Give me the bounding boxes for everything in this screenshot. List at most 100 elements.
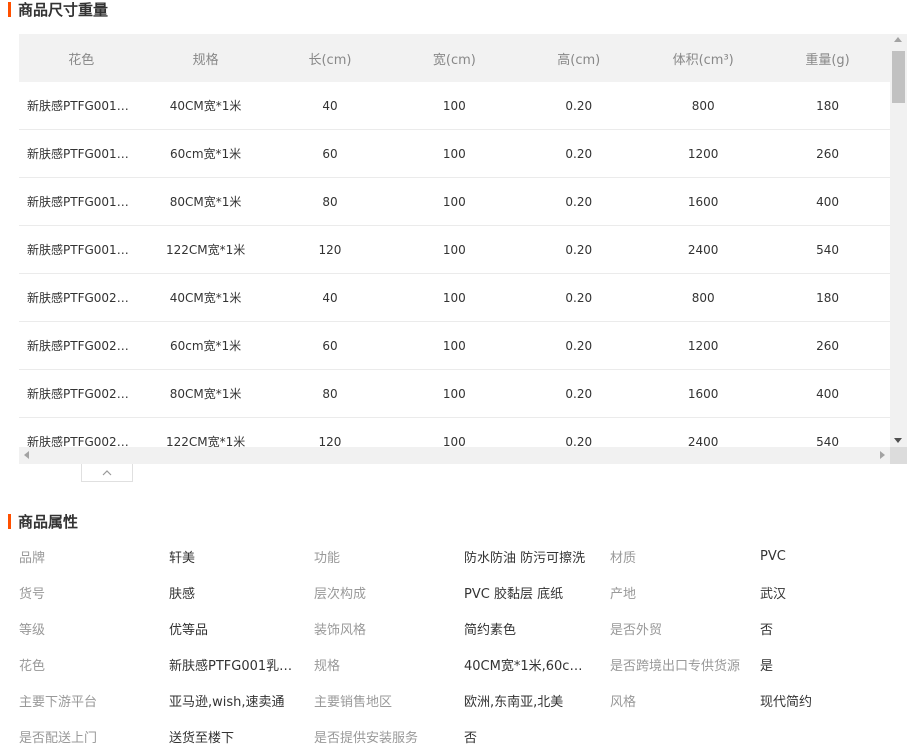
- attribute-value: 优等品: [169, 622, 209, 638]
- attributes-grid: 品牌 轩美 功能 防水防油 防污可擦洗 材质 PVC 货号 肤感 层次构成 PVC 胶黏层 底纸 产…: [19, 538, 911, 752]
- table-body: 新肤感PTFG001乳… 40CM宽*1米 40 100 0.20 800 180 新肤感PT…: [19, 82, 890, 447]
- attribute-value: 武汉: [760, 586, 787, 602]
- vertical-scrollbar[interactable]: [890, 34, 907, 447]
- section-accent-bar: [8, 513, 11, 529]
- attribute-row: 货号 肤感 层次构成 PVC 胶黏层 底纸 产地 武汉: [19, 574, 911, 610]
- table-cell: 100: [442, 146, 466, 161]
- attribute-row: 主要下游平台 亚马逊,wish,速卖通 主要销售地区 欧洲,东南亚,北美 风格 现代简约: [19, 682, 911, 718]
- attribute-label: 层次构成: [314, 586, 367, 602]
- attribute-label: 货号: [19, 586, 46, 602]
- column-header: 宽(cm): [432, 52, 476, 68]
- table-cell: 60cm宽*1米: [169, 147, 242, 161]
- table-cell: 0.20: [565, 434, 593, 448]
- table-row: 新肤感PTFG002哑… 80CM宽*1米 80 100 0.20 1600 400: [19, 370, 890, 418]
- attribute-value: 简约素色: [464, 622, 517, 638]
- attribute-label: 是否外贸: [610, 622, 663, 638]
- attr-section-title: 商品属性: [8, 512, 79, 531]
- table-cell: 80: [322, 194, 338, 209]
- attribute-row: 品牌 轩美 功能 防水防油 防污可擦洗 材质 PVC: [19, 538, 911, 574]
- section-accent-bar: [8, 1, 11, 17]
- scroll-right-icon[interactable]: [880, 451, 885, 459]
- attribute-value: 40CM宽*1米,60cm宽…: [464, 658, 589, 674]
- attribute-value: 亚马逊,wish,速卖通: [169, 694, 285, 710]
- table-cell: 40CM宽*1米: [169, 99, 242, 113]
- attribute-label: 风格: [610, 694, 637, 710]
- table-cell: 0.20: [565, 290, 593, 305]
- table-cell: 80CM宽*1米: [169, 195, 242, 209]
- table-row: 新肤感PTFG002哑… 122CM宽*1米 120 100 0.20 2400 540: [19, 418, 890, 447]
- size-section-title-text: 商品尺寸重量: [18, 0, 109, 19]
- table-cell: 新肤感PTFG001乳…: [27, 99, 141, 113]
- attribute-row: 是否配送上门 送货至楼下 是否提供安装服务 否: [19, 718, 911, 752]
- table-cell: 1600: [687, 386, 719, 401]
- attribute-value: 否: [464, 730, 478, 746]
- size-table-viewport: 花色 规格 长(cm) 宽(cm) 高(cm) 体积(cm³) 重量(g) 新肤…: [19, 34, 890, 447]
- table-cell: 540: [816, 242, 839, 257]
- table-cell: 180: [816, 98, 839, 113]
- table-cell: 100: [442, 338, 466, 353]
- attribute-value: 肤感: [169, 586, 196, 602]
- size-table: 花色 规格 长(cm) 宽(cm) 高(cm) 体积(cm³) 重量(g) 新肤…: [19, 34, 907, 464]
- table-cell: 2400: [687, 242, 719, 257]
- chevron-up-icon: [102, 469, 112, 475]
- table-cell: 100: [442, 386, 466, 401]
- table-cell: 2400: [687, 434, 719, 448]
- scroll-left-icon[interactable]: [24, 451, 29, 459]
- table-cell: 120: [318, 434, 342, 448]
- table-cell: 0.20: [565, 146, 593, 161]
- attribute-label: 花色: [19, 658, 46, 674]
- column-header: 花色: [68, 52, 95, 68]
- attribute-label: 产地: [610, 586, 637, 602]
- column-header: 长(cm): [308, 52, 352, 68]
- table-cell: 0.20: [565, 98, 593, 113]
- table-cell: 80: [322, 386, 338, 401]
- table-cell: 1200: [687, 146, 719, 161]
- attribute-value: 是: [760, 658, 774, 674]
- scroll-down-icon[interactable]: [894, 438, 902, 443]
- column-header: 规格: [192, 52, 219, 68]
- table-cell: 0.20: [565, 338, 593, 353]
- table-cell: 40: [322, 290, 338, 305]
- table-row: 新肤感PTFG002哑… 60cm宽*1米 60 100 0.20 1200 260: [19, 322, 890, 370]
- table-cell: 260: [816, 338, 839, 353]
- table-row: 新肤感PTFG002哑… 40CM宽*1米 40 100 0.20 800 180: [19, 274, 890, 322]
- table-cell: 60cm宽*1米: [169, 339, 242, 353]
- table-cell: 0.20: [565, 194, 593, 209]
- table-cell: 100: [442, 194, 466, 209]
- attribute-label: 装饰风格: [314, 622, 367, 638]
- attribute-value: 欧洲,东南亚,北美: [464, 694, 564, 710]
- attribute-value: PVC 胶黏层 底纸: [464, 586, 564, 602]
- table-cell: 540: [816, 434, 839, 448]
- attribute-value: PVC: [760, 548, 786, 564]
- table-cell: 100: [442, 242, 466, 257]
- column-header: 高(cm): [557, 52, 601, 68]
- table-cell: 新肤感PTFG001乳…: [27, 147, 141, 161]
- attribute-label: 是否配送上门: [19, 730, 98, 746]
- table-cell: 122CM宽*1米: [165, 243, 246, 257]
- table-cell: 40CM宽*1米: [169, 291, 242, 305]
- column-header: 体积(cm³): [672, 52, 734, 68]
- scroll-up-icon[interactable]: [894, 37, 902, 42]
- table-cell: 260: [816, 146, 839, 161]
- table-cell: 120: [318, 242, 342, 257]
- attr-section-title-text: 商品属性: [18, 512, 79, 531]
- table-cell: 新肤感PTFG002哑…: [27, 339, 141, 353]
- attribute-label: 品牌: [19, 550, 46, 566]
- table-row: 新肤感PTFG001乳… 122CM宽*1米 120 100 0.20 2400 540: [19, 226, 890, 274]
- vertical-scroll-thumb[interactable]: [892, 51, 905, 103]
- horizontal-scrollbar[interactable]: [19, 447, 890, 464]
- table-cell: 100: [442, 290, 466, 305]
- table-cell: 40: [322, 98, 338, 113]
- attribute-label: 是否提供安装服务: [314, 730, 419, 746]
- table-cell: 1600: [687, 194, 719, 209]
- table-cell: 800: [691, 290, 715, 305]
- attribute-value: 送货至楼下: [169, 730, 235, 746]
- collapse-table-button[interactable]: [81, 464, 133, 482]
- table-row: 新肤感PTFG001乳… 40CM宽*1米 40 100 0.20 800 180: [19, 82, 890, 130]
- table-cell: 新肤感PTFG002哑…: [27, 387, 141, 401]
- table-cell: 新肤感PTFG001乳…: [27, 195, 141, 209]
- attribute-label: 主要销售地区: [314, 694, 393, 710]
- table-cell: 0.20: [565, 242, 593, 257]
- table-row: 新肤感PTFG001乳… 60cm宽*1米 60 100 0.20 1200 260: [19, 130, 890, 178]
- table-cell: 60: [322, 146, 338, 161]
